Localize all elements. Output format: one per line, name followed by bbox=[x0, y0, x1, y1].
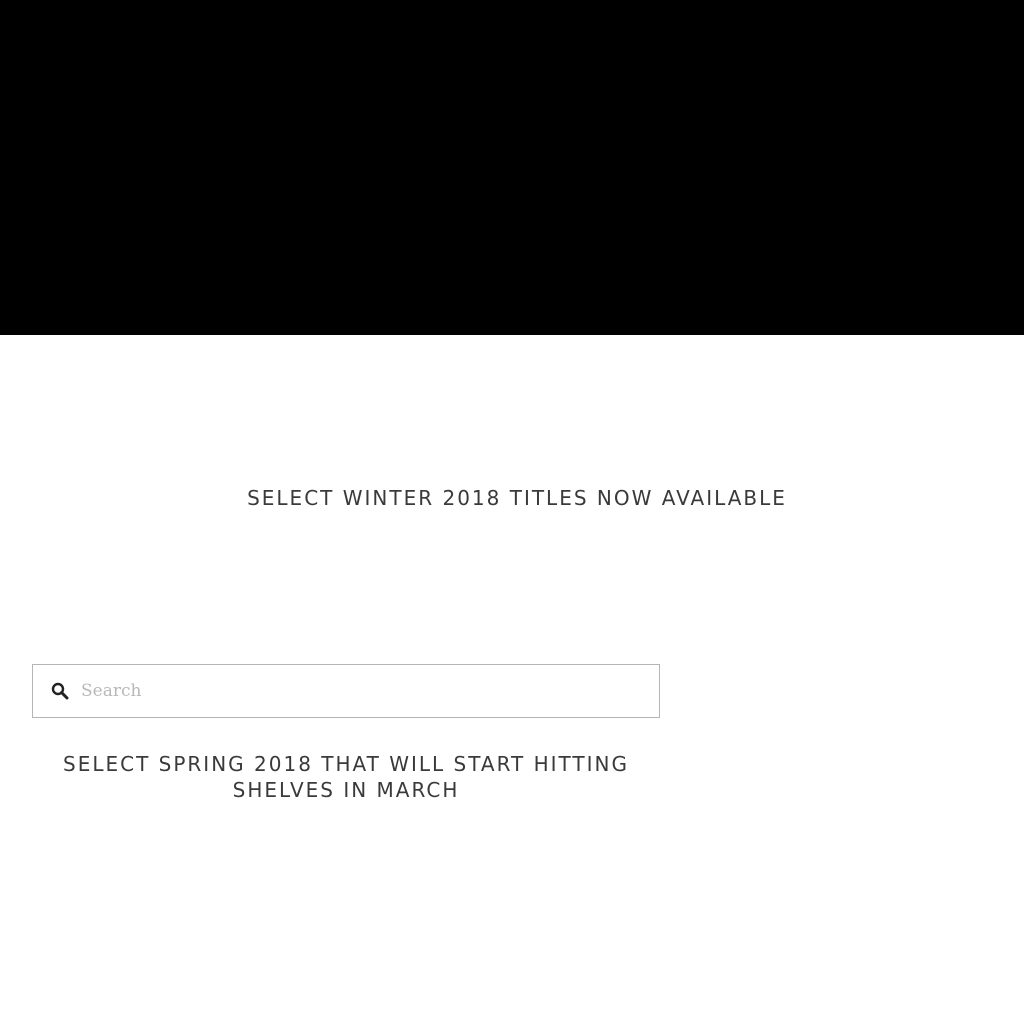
search-icon[interactable] bbox=[51, 682, 69, 700]
page: SELECT WINTER 2018 TITLES NOW AVAILABLE … bbox=[0, 0, 1024, 1024]
hero-banner bbox=[0, 0, 1024, 335]
search-input[interactable] bbox=[79, 665, 651, 717]
winter-titles-heading: SELECT WINTER 2018 TITLES NOW AVAILABLE bbox=[247, 486, 787, 510]
search-box[interactable] bbox=[32, 664, 660, 718]
spring-titles-heading: SELECT SPRING 2018 THAT WILL START HITTI… bbox=[63, 752, 629, 802]
